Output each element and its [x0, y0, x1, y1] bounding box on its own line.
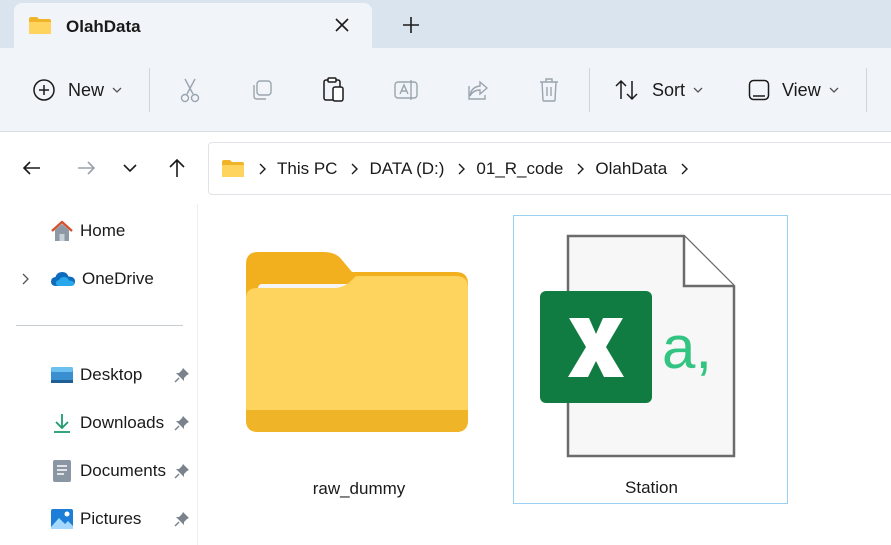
- sidebar-item-label: Documents: [80, 461, 166, 480]
- sort-label: Sort: [652, 79, 686, 100]
- close-icon[interactable]: [332, 15, 352, 35]
- sidebar-item-home[interactable]: Home: [50, 216, 125, 246]
- toolbar-divider: [866, 68, 867, 112]
- sidebar-item-documents[interactable]: Documents: [50, 456, 166, 486]
- sidebar-item-label: OneDrive: [82, 269, 154, 288]
- share-icon: [468, 80, 489, 100]
- cut-icon: [180, 78, 200, 103]
- desktop-icon: [51, 367, 73, 383]
- paste-button[interactable]: [322, 48, 346, 132]
- view-label: View: [782, 79, 821, 100]
- document-icon: [53, 460, 71, 482]
- sidebar-item-label: Desktop: [80, 365, 143, 384]
- breadcrumb-01-r-code[interactable]: 01_R_code: [476, 159, 563, 179]
- delete-button[interactable]: [538, 48, 560, 132]
- breadcrumb-this-pc[interactable]: This PC: [277, 159, 337, 179]
- sort-icon: [615, 79, 638, 101]
- sidebar-item-downloads[interactable]: Downloads: [50, 408, 164, 438]
- sidebar-item-desktop[interactable]: Desktop: [50, 360, 142, 390]
- cloud-icon: [51, 272, 75, 286]
- sidebar-item-label: Home: [80, 221, 126, 240]
- svg-text:a,: a,: [662, 314, 712, 381]
- cut-button[interactable]: [178, 48, 202, 132]
- up-arrow-icon[interactable]: [165, 156, 189, 180]
- pin-icon[interactable]: [174, 463, 190, 479]
- toolbar-divider: [589, 68, 590, 112]
- title-bar: OlahData: [0, 0, 891, 49]
- breadcrumb-olahdata[interactable]: OlahData: [595, 159, 667, 179]
- chevron-right-icon[interactable]: [575, 163, 585, 175]
- folder-icon: [246, 252, 468, 432]
- folder-icon: [29, 17, 51, 34]
- pin-icon[interactable]: [174, 415, 190, 431]
- copy-button[interactable]: [250, 48, 274, 132]
- breadcrumb-data-drive[interactable]: DATA (D:): [369, 159, 444, 179]
- pin-icon[interactable]: [174, 367, 190, 383]
- pictures-icon: [51, 509, 73, 529]
- file-name: raw_dummy: [312, 479, 406, 498]
- folder-icon: [222, 160, 244, 177]
- download-icon: [54, 414, 70, 433]
- address-bar[interactable]: This PC DATA (D:) 01_R_code OlahData: [208, 142, 891, 195]
- view-icon: [748, 79, 770, 101]
- chevron-right-icon[interactable]: [349, 163, 359, 175]
- sort-button[interactable]: Sort: [614, 48, 703, 132]
- navigation-pane: Home OneDrive Desktop Downloads Document…: [0, 204, 198, 545]
- tab-olahdata[interactable]: OlahData: [14, 3, 372, 49]
- sidebar-item-label: Pictures: [80, 509, 142, 528]
- chevron-down-icon: [829, 87, 839, 93]
- chevron-down-icon: [693, 87, 703, 93]
- forward-arrow-icon[interactable]: [74, 156, 98, 180]
- copy-icon: [253, 80, 272, 100]
- view-button[interactable]: View: [748, 48, 839, 132]
- file-item-station[interactable]: a, Station: [513, 215, 788, 504]
- sidebar-divider: [16, 325, 183, 326]
- new-button[interactable]: New: [32, 48, 122, 132]
- file-name: Station: [625, 478, 678, 497]
- command-bar: New Sort View: [0, 48, 891, 132]
- home-icon: [51, 220, 73, 241]
- toolbar-divider: [149, 68, 150, 112]
- rename-button[interactable]: [393, 48, 419, 132]
- back-arrow-icon[interactable]: [20, 156, 44, 180]
- sidebar-item-label: Downloads: [80, 413, 165, 432]
- chevron-right-icon: [259, 163, 266, 174]
- navigation-row: This PC DATA (D:) 01_R_code OlahData: [0, 132, 891, 204]
- paste-icon: [323, 77, 344, 102]
- rename-icon: [394, 80, 418, 100]
- chevron-right-icon[interactable]: [456, 163, 466, 175]
- delete-icon: [540, 78, 558, 102]
- tab-title: OlahData: [66, 17, 141, 36]
- new-label: New: [68, 79, 105, 100]
- chevron-down-icon: [112, 87, 122, 93]
- plus-icon[interactable]: [400, 14, 422, 36]
- sidebar-item-pictures[interactable]: Pictures: [50, 504, 141, 534]
- add-circle-icon: [33, 79, 55, 101]
- file-item-raw-dummy[interactable]: raw_dummy: [236, 244, 482, 506]
- recent-locations-chevron-icon[interactable]: [118, 156, 142, 180]
- chevron-right-icon[interactable]: [679, 163, 689, 175]
- excel-icon: [540, 291, 652, 403]
- expand-chevron-icon[interactable]: [20, 272, 30, 286]
- pin-icon[interactable]: [174, 511, 190, 527]
- sidebar-item-onedrive[interactable]: OneDrive: [50, 264, 154, 294]
- share-button[interactable]: [466, 48, 490, 132]
